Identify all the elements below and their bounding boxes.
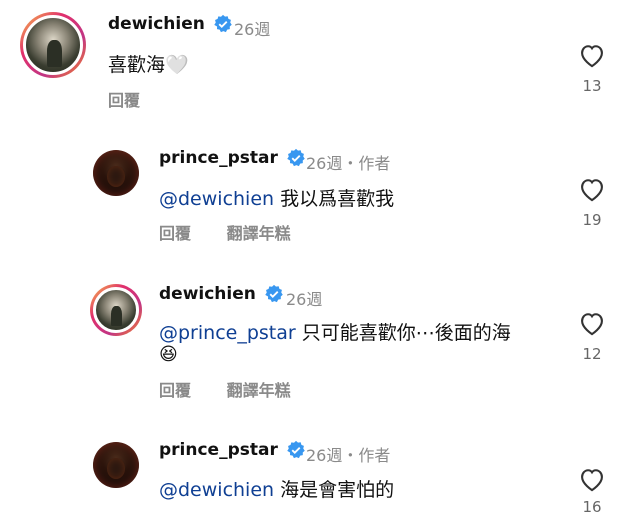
comment-time: 26週 — [234, 20, 271, 39]
translate-button[interactable]: 翻譯年糕 — [227, 381, 291, 400]
like-count: 12 — [582, 345, 602, 363]
like-count: 13 — [582, 77, 602, 95]
verified-badge-icon — [213, 14, 233, 34]
avatar[interactable] — [93, 150, 139, 196]
heart-icon[interactable] — [578, 42, 606, 68]
username-link[interactable]: prince_pstar — [159, 148, 278, 168]
avatar[interactable] — [90, 284, 142, 336]
reply-button[interactable]: 回覆 — [159, 381, 191, 400]
verified-badge-icon — [286, 440, 306, 460]
comment-actions: 回覆 翻譯年糕 — [159, 377, 321, 401]
emoji-laughing: 😆 — [159, 344, 178, 365]
comment-username[interactable]: prince_pstar — [159, 440, 306, 460]
avatar[interactable] — [20, 12, 86, 78]
heart-icon[interactable] — [578, 466, 606, 492]
comment-text: @prince_pstar 只可能喜歡你⋯後面的海 — [159, 318, 511, 345]
mention-link[interactable]: @prince_pstar — [159, 322, 296, 344]
like-count: 19 — [582, 211, 602, 229]
mention-link[interactable]: @dewichien — [159, 188, 274, 210]
comment-username[interactable]: dewichien — [108, 14, 233, 34]
verified-badge-icon — [264, 284, 284, 304]
verified-badge-icon — [286, 148, 306, 168]
mention-link[interactable]: @dewichien — [159, 479, 274, 501]
comment-time: 26週 — [286, 290, 323, 309]
username-link[interactable]: prince_pstar — [159, 440, 278, 460]
translate-button[interactable]: 翻譯年糕 — [227, 224, 291, 243]
comment-text: @dewichien 我以爲喜歡我 — [159, 184, 394, 211]
comment-username[interactable]: prince_pstar — [159, 148, 306, 168]
comment-actions: 回覆 — [108, 87, 170, 111]
comment-time: 26週・作者 — [306, 446, 391, 465]
comment-body: 只可能喜歡你⋯後面的海 — [301, 322, 511, 344]
like-count: 16 — [582, 498, 602, 516]
comment-time: 26週・作者 — [306, 154, 391, 173]
comment-username[interactable]: dewichien — [159, 284, 284, 304]
heart-icon[interactable] — [578, 176, 606, 202]
comment-body: 海是會害怕的 — [280, 479, 395, 501]
username-link[interactable]: dewichien — [159, 284, 256, 304]
comment-text: 喜歡海🤍 — [108, 54, 189, 76]
comment-body: 我以爲喜歡我 — [280, 188, 395, 210]
reply-button[interactable]: 回覆 — [159, 224, 191, 243]
username-link[interactable]: dewichien — [108, 14, 205, 34]
heart-icon[interactable] — [578, 310, 606, 336]
avatar[interactable] — [93, 442, 139, 488]
comment-actions: 回覆 翻譯年糕 — [159, 220, 321, 244]
comment-text: @dewichien 海是會害怕的 — [159, 475, 394, 502]
reply-button[interactable]: 回覆 — [108, 91, 140, 110]
